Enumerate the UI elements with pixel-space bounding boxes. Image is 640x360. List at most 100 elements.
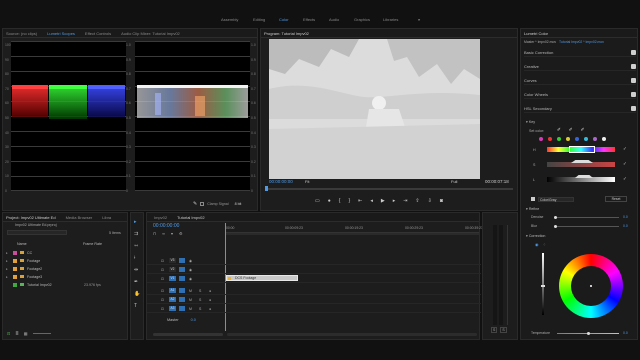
lumetri-section-basic-correction[interactable]: Basic Correction bbox=[524, 49, 636, 57]
lumetri-section-creative[interactable]: Creative bbox=[524, 63, 636, 71]
refine-section[interactable]: ▾ Refine bbox=[526, 207, 539, 211]
camera-icon[interactable]: ◙ bbox=[440, 198, 443, 204]
blur-slider[interactable] bbox=[554, 225, 619, 228]
project-column-frame-rate[interactable]: Frame Rate bbox=[83, 242, 102, 246]
section-enable-checkbox[interactable] bbox=[631, 50, 636, 55]
swatch-white[interactable] bbox=[602, 137, 606, 141]
list-item[interactable]: Tutorial Impv02 23.976 fps bbox=[6, 281, 126, 288]
wrench-icon[interactable]: ✎ bbox=[193, 201, 197, 207]
mic-icon[interactable]: ● bbox=[209, 307, 211, 311]
denoise-value[interactable]: 0.0 bbox=[623, 215, 628, 219]
go-to-out-icon[interactable]: ⇥ bbox=[403, 198, 407, 204]
bit-depth-select[interactable]: 8 bit bbox=[235, 202, 242, 206]
label-color-swatch[interactable] bbox=[13, 282, 17, 287]
clip-dcs-footage[interactable]: DCS Footage bbox=[226, 275, 298, 281]
track-lock-icon[interactable]: ⊡ bbox=[161, 277, 164, 281]
expand-arrow-icon[interactable]: ▸ bbox=[6, 275, 10, 279]
mic-icon[interactable]: ● bbox=[209, 289, 211, 293]
list-item[interactable]: ▸ Footage2 bbox=[6, 265, 126, 272]
workspace-more-icon[interactable]: » bbox=[418, 17, 420, 22]
tab-program[interactable]: Program: Tutorial Impv02 bbox=[264, 31, 309, 36]
solo-icon[interactable]: S bbox=[199, 298, 201, 302]
eyedropper-add-icon[interactable]: ✐ bbox=[569, 127, 573, 133]
mute-icon[interactable]: M bbox=[189, 289, 192, 293]
blur-value[interactable]: 0.0 bbox=[623, 224, 628, 228]
track-target-button[interactable]: A1 bbox=[169, 288, 176, 293]
track-lock-icon[interactable]: ⊡ bbox=[161, 259, 164, 263]
project-search-input[interactable] bbox=[7, 230, 67, 235]
track-target-button[interactable]: A2 bbox=[169, 297, 176, 302]
list-view-icon[interactable]: ≣ bbox=[15, 331, 18, 336]
eyedropper-subtract-icon[interactable]: ✐ bbox=[581, 127, 585, 133]
tab-project[interactable]: Project: Impv02 Ultimate Ed bbox=[6, 215, 56, 220]
add-marker-icon[interactable]: ● bbox=[328, 198, 331, 204]
razor-tool-icon[interactable]: ⟊ bbox=[134, 255, 140, 261]
hand-tool-icon[interactable]: ✋ bbox=[134, 291, 140, 297]
track-lock-icon[interactable]: ⊡ bbox=[161, 298, 164, 302]
master-value[interactable]: 0.0 bbox=[191, 318, 196, 322]
color-wheel[interactable] bbox=[559, 254, 623, 318]
swatch-green[interactable] bbox=[557, 137, 561, 141]
ripple-edit-icon[interactable]: ⇿ bbox=[134, 243, 140, 249]
key-section-label[interactable]: ▾ Key bbox=[526, 120, 535, 124]
temperature-value[interactable]: 0.0 bbox=[623, 331, 628, 335]
label-color-swatch[interactable] bbox=[13, 266, 17, 271]
mic-icon[interactable]: ● bbox=[209, 298, 211, 302]
workspace-effects[interactable]: Effects bbox=[303, 17, 315, 22]
solo-icon[interactable]: S bbox=[199, 289, 201, 293]
play-icon[interactable]: ▶ bbox=[381, 198, 385, 204]
expand-arrow-icon[interactable]: ▸ bbox=[6, 259, 10, 263]
luminance-check-icon[interactable]: ✓ bbox=[623, 176, 627, 182]
out-point-icon[interactable]: } bbox=[348, 198, 350, 204]
solo-left-button[interactable]: S bbox=[491, 327, 498, 333]
eye-icon[interactable]: ◉ bbox=[189, 268, 192, 272]
step-back-icon[interactable]: ◂ bbox=[370, 198, 373, 204]
track-target-button[interactable]: V1 bbox=[169, 276, 176, 281]
denoise-slider[interactable] bbox=[554, 216, 619, 219]
track-sync-lock-button[interactable] bbox=[179, 288, 185, 293]
sequence-clip-label[interactable]: Tutorial Impv02 * Impv02.mov bbox=[559, 40, 604, 44]
snap-icon[interactable]: ⊓ bbox=[153, 231, 156, 236]
section-enable-checkbox[interactable] bbox=[631, 78, 636, 83]
work-area-bar[interactable] bbox=[225, 233, 479, 235]
section-enable-checkbox[interactable] bbox=[631, 64, 636, 69]
tab-effect-controls[interactable]: Effect Controls bbox=[85, 31, 111, 36]
section-enable-checkbox[interactable] bbox=[631, 92, 636, 97]
lumetri-section-hsl-secondary[interactable]: HSL Secondary bbox=[524, 105, 636, 113]
workspace-color[interactable]: Color bbox=[279, 17, 289, 22]
track-lock-icon[interactable]: ⊡ bbox=[161, 268, 164, 272]
workspace-assembly[interactable]: Assembly bbox=[221, 17, 238, 22]
reset-button[interactable]: Reset bbox=[605, 196, 627, 202]
swatch-purple[interactable] bbox=[593, 137, 597, 141]
luminance-slider[interactable] bbox=[547, 175, 615, 182]
swatch-blue[interactable] bbox=[575, 137, 579, 141]
track-sync-lock-button[interactable] bbox=[179, 258, 185, 263]
selection-tool-icon[interactable]: ▸ bbox=[134, 219, 140, 225]
workspace-libraries[interactable]: Libraries bbox=[383, 17, 398, 22]
track-sync-lock-button[interactable] bbox=[179, 306, 185, 311]
track-sync-lock-button[interactable] bbox=[179, 297, 185, 302]
in-point-icon[interactable]: { bbox=[339, 198, 341, 204]
step-forward-icon[interactable]: ▸ bbox=[393, 198, 396, 204]
track-sync-lock-button[interactable] bbox=[179, 276, 185, 281]
expand-arrow-icon[interactable]: ▸ bbox=[6, 267, 10, 271]
lift-icon[interactable]: ⇧ bbox=[415, 198, 419, 204]
swatch-magenta[interactable] bbox=[539, 137, 543, 141]
saturation-check-icon[interactable]: ✓ bbox=[623, 161, 627, 167]
track-select-icon[interactable]: ⇉ bbox=[134, 231, 140, 237]
type-tool-icon[interactable]: T bbox=[134, 303, 140, 309]
track-target-button[interactable]: V2 bbox=[169, 267, 176, 272]
track-sync-lock-button[interactable] bbox=[179, 267, 185, 272]
track-lock-icon[interactable]: ⊡ bbox=[161, 289, 164, 293]
track-target-button[interactable]: V3 bbox=[169, 258, 176, 263]
label-color-swatch[interactable] bbox=[13, 274, 17, 279]
marker-icon[interactable]: ▭ bbox=[315, 198, 320, 204]
extract-icon[interactable]: ⇩ bbox=[428, 198, 432, 204]
go-to-in-icon[interactable]: ⇤ bbox=[358, 198, 362, 204]
lumetri-section-color-wheels[interactable]: Color Wheels bbox=[524, 91, 636, 99]
project-column-name[interactable]: Name bbox=[17, 242, 27, 246]
zoom-slider[interactable] bbox=[32, 332, 51, 334]
workspace-audio[interactable]: Audio bbox=[329, 17, 339, 22]
settings-icon[interactable]: ⚙ bbox=[179, 231, 183, 236]
quality-select[interactable]: Full bbox=[451, 179, 457, 184]
